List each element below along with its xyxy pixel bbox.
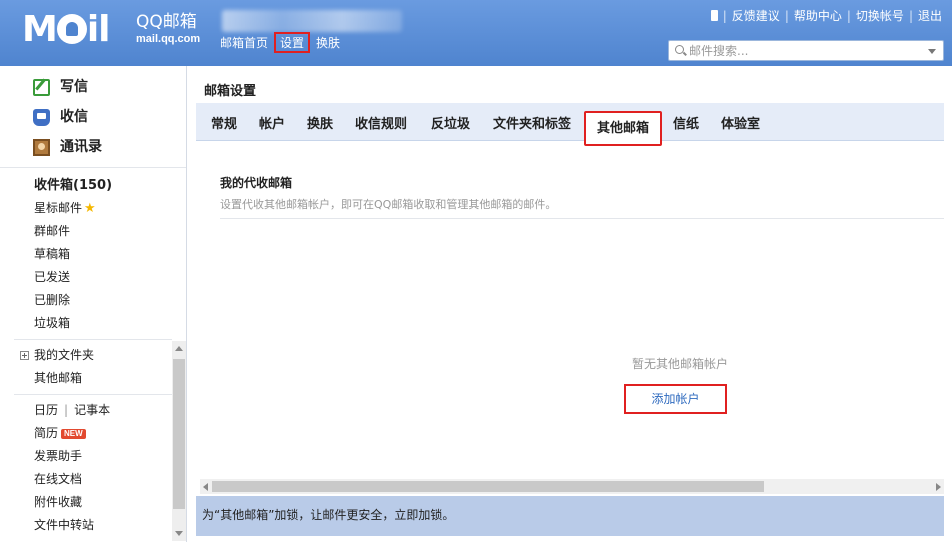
tab-anti-spam[interactable]: 反垃圾 xyxy=(431,113,470,132)
top-links: | 反馈建议 | 帮助中心 | 切换帐号 | 退出 xyxy=(710,7,942,24)
search-icon xyxy=(675,45,684,54)
scroll-down-icon[interactable] xyxy=(175,531,183,536)
logo-letter-m: M xyxy=(22,9,58,50)
sidebar-scrollbar[interactable] xyxy=(172,341,186,541)
collect-mailbox-section: 我的代收邮箱 设置代收其他邮箱帐户，即可在QQ邮箱收取和管理其他邮箱的邮件。 xyxy=(220,174,556,212)
folder-drafts[interactable]: 草稿箱 xyxy=(0,243,186,266)
add-account-button[interactable]: 添加帐户 xyxy=(624,384,727,414)
top-nav: 邮箱首页 设置 换肤 xyxy=(220,32,346,53)
settings-main: 邮箱设置 常规 帐户 换肤 收信规则 反垃圾 文件夹和标签 其他邮箱 信纸 体验… xyxy=(196,66,952,542)
contacts-button[interactable]: 通讯录 xyxy=(0,132,186,162)
folder-starred[interactable]: 星标邮件 ★ xyxy=(0,197,186,220)
inbox-icon xyxy=(33,108,50,126)
tool-file-transfer[interactable]: 文件中转站 xyxy=(0,514,186,537)
compose-icon xyxy=(33,78,50,96)
link-calendar[interactable]: 日历 xyxy=(34,403,58,417)
divider xyxy=(220,218,944,219)
empty-state-text: 暂无其他邮箱帐户 xyxy=(632,357,729,371)
folder-deleted[interactable]: 已删除 xyxy=(0,289,186,312)
logo-letters-il: il xyxy=(86,9,111,50)
folder-list: 收件箱(150) 星标邮件 ★ 群邮件 草稿箱 已发送 已删除 垃圾箱 我的文件夹… xyxy=(0,168,186,537)
tool-online-docs[interactable]: 在线文档 xyxy=(0,468,186,491)
folder-other-mailbox[interactable]: 其他邮箱 xyxy=(0,367,186,390)
top-header: Mil QQ邮箱 mail.qq.com 邮箱首页 设置 换肤 | 反馈建议 | 帮助中心… xyxy=(0,0,952,66)
horizontal-scrollbar[interactable] xyxy=(200,479,944,494)
brand-title: QQ邮箱 xyxy=(136,12,197,32)
account-name-blurred xyxy=(222,10,402,32)
contacts-icon xyxy=(33,138,50,156)
brand: QQ邮箱 mail.qq.com xyxy=(136,12,200,46)
tab-folders-labels[interactable]: 文件夹和标签 xyxy=(493,113,571,132)
new-badge: NEW xyxy=(61,429,86,439)
link-logout[interactable]: 退出 xyxy=(918,9,942,23)
bell-icon xyxy=(56,14,87,44)
section-heading: 我的代收邮箱 xyxy=(220,176,293,190)
search-input[interactable] xyxy=(689,43,919,58)
nav-mailbox-home[interactable]: 邮箱首页 xyxy=(220,34,268,51)
phone-icon[interactable] xyxy=(710,10,718,21)
scroll-left-icon[interactable] xyxy=(203,483,208,491)
chevron-down-icon[interactable] xyxy=(928,49,936,54)
divider xyxy=(14,394,172,395)
folder-spam[interactable]: 垃圾箱 xyxy=(0,312,186,335)
lock-notice-bar[interactable]: 为“其他邮箱”加锁，让邮件更安全，立即加锁。 xyxy=(196,496,944,536)
folder-group-mail[interactable]: 群邮件 xyxy=(0,220,186,243)
tab-lab[interactable]: 体验室 xyxy=(721,113,760,132)
qq-mail-logo[interactable]: Mil xyxy=(22,10,132,50)
link-help-center[interactable]: 帮助中心 xyxy=(794,9,842,23)
nav-settings[interactable]: 设置 xyxy=(274,32,311,53)
mail-search-box xyxy=(668,40,944,61)
scrollbar-thumb[interactable] xyxy=(212,481,764,492)
sidebar: 写信 收信 通讯录 收件箱(150) 星标邮件 ★ 群邮件 草稿箱 已发送 已删除… xyxy=(0,66,187,542)
tab-account[interactable]: 帐户 xyxy=(259,113,285,132)
receive-button[interactable]: 收信 xyxy=(0,102,186,132)
tab-receive-rules[interactable]: 收信规则 xyxy=(355,113,407,132)
tab-skin[interactable]: 换肤 xyxy=(307,113,333,132)
folder-inbox[interactable]: 收件箱(150) xyxy=(0,174,186,197)
link-notebook[interactable]: 记事本 xyxy=(74,403,110,417)
scrollbar-thumb[interactable] xyxy=(173,359,185,509)
scroll-right-icon[interactable] xyxy=(936,483,941,491)
folder-sent[interactable]: 已发送 xyxy=(0,266,186,289)
settings-tabs: 常规 帐户 换肤 收信规则 反垃圾 文件夹和标签 其他邮箱 信纸 体验室 xyxy=(196,103,944,146)
link-switch-account[interactable]: 切换帐号 xyxy=(856,9,904,23)
tool-resume[interactable]: 简历 NEW xyxy=(0,422,186,445)
scroll-up-icon[interactable] xyxy=(175,346,183,351)
star-icon: ★ xyxy=(84,201,96,216)
tool-attachment-favorites[interactable]: 附件收藏 xyxy=(0,491,186,514)
tab-stationery[interactable]: 信纸 xyxy=(673,113,699,132)
tab-other-mailbox[interactable]: 其他邮箱 xyxy=(584,111,663,146)
calendar-notebook-row: 日历 | 记事本 xyxy=(34,403,111,417)
quick-actions: 写信 收信 通讯录 xyxy=(0,66,186,168)
expand-plus-icon[interactable] xyxy=(20,351,29,360)
brand-domain: mail.qq.com xyxy=(136,33,201,45)
page-title: 邮箱设置 xyxy=(204,84,257,99)
compose-button[interactable]: 写信 xyxy=(0,72,186,102)
nav-skin[interactable]: 换肤 xyxy=(316,34,340,51)
tool-invoice-assistant[interactable]: 发票助手 xyxy=(0,445,186,468)
folder-my-folders[interactable]: 我的文件夹 xyxy=(0,344,186,367)
link-feedback[interactable]: 反馈建议 xyxy=(732,9,780,23)
divider xyxy=(14,339,172,340)
tab-general[interactable]: 常规 xyxy=(211,113,237,132)
section-description: 设置代收其他邮箱帐户，即可在QQ邮箱收取和管理其他邮箱的邮件。 xyxy=(220,198,557,211)
